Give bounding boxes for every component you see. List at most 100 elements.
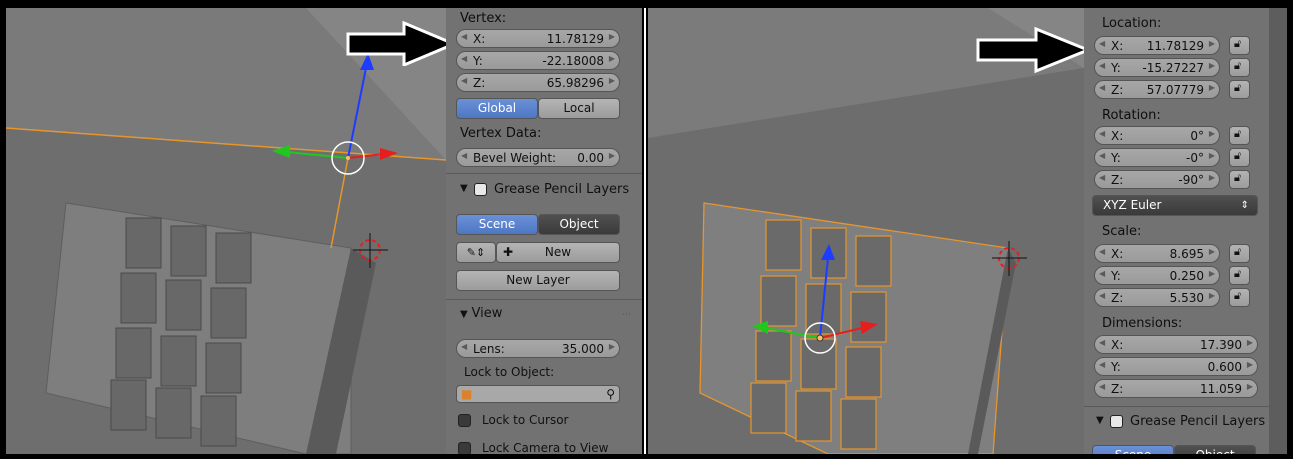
collapse-triangle-icon[interactable]: ▼: [460, 309, 468, 320]
checkbox-icon[interactable]: [474, 183, 487, 196]
field-value: -0°: [1186, 151, 1204, 165]
eyedropper-icon[interactable]: ⚲: [606, 385, 615, 404]
decrement-arrow-icon[interactable]: ◀: [461, 32, 467, 41]
location-y-field[interactable]: ◀ Y: -15.27227 ▶: [1094, 58, 1220, 77]
checkbox-icon[interactable]: [1110, 415, 1123, 428]
decrement-arrow-icon[interactable]: ◀: [1099, 269, 1105, 278]
increment-arrow-icon[interactable]: ▶: [1209, 247, 1215, 256]
field-label: Z:: [1111, 83, 1124, 97]
global-toggle-button[interactable]: Global: [456, 98, 538, 119]
field-value: 11.78129: [546, 32, 604, 46]
lock-location-z-button[interactable]: 🔓︎: [1229, 80, 1250, 99]
drag-handle-icon[interactable]: ⋯: [622, 310, 631, 320]
view-header-label: View: [471, 306, 503, 321]
grease-scene-tab[interactable]: Scene: [1092, 445, 1174, 454]
lock-camera-label: Lock Camera to View: [482, 441, 609, 454]
vertex-y-field[interactable]: ◀ Y: -22.18008 ▶: [456, 51, 620, 70]
rotation-header: Rotation:: [1102, 108, 1161, 123]
decrement-arrow-icon[interactable]: ◀: [1099, 291, 1105, 300]
decrement-arrow-icon[interactable]: ◀: [461, 151, 467, 160]
location-z-field[interactable]: ◀ Z: 57.07779 ▶: [1094, 80, 1220, 99]
rotation-mode-select[interactable]: XYZ Euler ⇕: [1092, 195, 1258, 216]
lock-icon: 🔓︎: [1234, 149, 1242, 162]
dimension-y-field[interactable]: ◀ Y: 0.600 ▶: [1094, 357, 1258, 376]
lock-scale-z-button[interactable]: 🔓︎: [1229, 288, 1250, 307]
lock-location-x-button[interactable]: 🔓︎: [1229, 36, 1250, 55]
lock-scale-y-button[interactable]: 🔓︎: [1229, 266, 1250, 285]
increment-arrow-icon[interactable]: ▶: [609, 76, 615, 85]
decrement-arrow-icon[interactable]: ◀: [1099, 247, 1105, 256]
lock-scale-x-button[interactable]: 🔓︎: [1229, 244, 1250, 263]
decrement-arrow-icon[interactable]: ◀: [461, 342, 467, 351]
decrement-arrow-icon[interactable]: ◀: [1099, 360, 1105, 369]
increment-arrow-icon[interactable]: ▶: [1209, 151, 1215, 160]
grease-scene-tab[interactable]: Scene: [456, 214, 538, 235]
increment-arrow-icon[interactable]: ▶: [609, 54, 615, 63]
collapse-triangle-icon[interactable]: ▼: [460, 183, 468, 194]
lock-rotation-y-button[interactable]: 🔓︎: [1229, 148, 1250, 167]
vertex-z-field[interactable]: ◀ Z: 65.98296 ▶: [456, 73, 620, 92]
grease-object-tab[interactable]: Object: [1174, 445, 1256, 454]
field-label: X:: [1111, 39, 1124, 53]
decrement-arrow-icon[interactable]: ◀: [1099, 173, 1105, 182]
vertex-header: Vertex:: [460, 11, 507, 26]
decrement-arrow-icon[interactable]: ◀: [1099, 83, 1105, 92]
decrement-arrow-icon[interactable]: ◀: [1099, 382, 1105, 391]
grease-object-tab[interactable]: Object: [538, 214, 620, 235]
increment-arrow-icon[interactable]: ▶: [1209, 129, 1215, 138]
field-label: Y:: [1111, 269, 1121, 283]
divider: [446, 173, 642, 174]
increment-arrow-icon[interactable]: ▶: [1247, 338, 1253, 347]
increment-arrow-icon[interactable]: ▶: [1209, 173, 1215, 182]
scale-z-field[interactable]: ◀ Z: 5.530 ▶: [1094, 288, 1220, 307]
increment-arrow-icon[interactable]: ▶: [1247, 382, 1253, 391]
new-layer-button[interactable]: New Layer: [456, 270, 620, 291]
scale-x-field[interactable]: ◀ X: 8.695 ▶: [1094, 244, 1220, 263]
decrement-arrow-icon[interactable]: ◀: [461, 76, 467, 85]
view-panel-header[interactable]: ▼ View: [460, 306, 502, 321]
increment-arrow-icon[interactable]: ▶: [609, 32, 615, 41]
checkbox-icon[interactable]: [458, 414, 471, 427]
scale-y-field[interactable]: ◀ Y: 0.250 ▶: [1094, 266, 1220, 285]
vertex-x-field[interactable]: ◀ X: 11.78129 ▶: [456, 29, 620, 48]
left-3d-viewport[interactable]: [6, 8, 446, 454]
bevel-weight-field[interactable]: ◀ Bevel Weight: 0.00 ▶: [456, 148, 620, 167]
decrement-arrow-icon[interactable]: ◀: [1099, 39, 1105, 48]
pencil-datablock-selector[interactable]: ✎⇕: [456, 242, 496, 263]
increment-arrow-icon[interactable]: ▶: [1209, 269, 1215, 278]
panel-scrollbar[interactable]: [1269, 8, 1287, 454]
increment-arrow-icon[interactable]: ▶: [1209, 83, 1215, 92]
local-toggle-button[interactable]: Local: [538, 98, 620, 119]
lock-icon: 🔓︎: [1234, 127, 1242, 140]
lock-rotation-z-button[interactable]: 🔓︎: [1229, 170, 1250, 189]
decrement-arrow-icon[interactable]: ◀: [1099, 151, 1105, 160]
screenshot-frame: Vertex: ◀ X: 11.78129 ▶ ◀ Y: -22.18008 ▶…: [0, 0, 1293, 459]
decrement-arrow-icon[interactable]: ◀: [1099, 61, 1105, 70]
dimension-x-field[interactable]: ◀ X: 17.390 ▶: [1094, 335, 1258, 354]
location-x-field[interactable]: ◀ X: 11.78129 ▶: [1094, 36, 1220, 55]
field-label: Y:: [1111, 151, 1121, 165]
lock-to-object-field[interactable]: ■ ⚲: [456, 385, 620, 403]
dimension-z-field[interactable]: ◀ Z: 11.059 ▶: [1094, 379, 1258, 398]
checkbox-icon[interactable]: [458, 442, 471, 454]
right-3d-viewport[interactable]: [648, 8, 1084, 454]
increment-arrow-icon[interactable]: ▶: [609, 151, 615, 160]
rotation-x-field[interactable]: ◀ X: 0° ▶: [1094, 126, 1220, 145]
rotation-y-field[interactable]: ◀ Y: -0° ▶: [1094, 148, 1220, 167]
new-grease-pencil-button[interactable]: ✚ New: [496, 242, 620, 263]
rotation-z-field[interactable]: ◀ Z: -90° ▶: [1094, 170, 1220, 189]
increment-arrow-icon[interactable]: ▶: [1209, 39, 1215, 48]
increment-arrow-icon[interactable]: ▶: [609, 342, 615, 351]
decrement-arrow-icon[interactable]: ◀: [1099, 338, 1105, 347]
increment-arrow-icon[interactable]: ▶: [1247, 360, 1253, 369]
lock-location-y-button[interactable]: 🔓︎: [1229, 58, 1250, 77]
decrement-arrow-icon[interactable]: ◀: [461, 54, 467, 63]
collapse-triangle-icon[interactable]: ▼: [1096, 415, 1104, 426]
field-value: 5.530: [1169, 291, 1204, 305]
lens-field[interactable]: ◀ Lens: 35.000 ▶: [456, 339, 620, 358]
increment-arrow-icon[interactable]: ▶: [1209, 61, 1215, 70]
increment-arrow-icon[interactable]: ▶: [1209, 291, 1215, 300]
right-viewport-scene: [648, 8, 1084, 454]
decrement-arrow-icon[interactable]: ◀: [1099, 129, 1105, 138]
lock-rotation-x-button[interactable]: 🔓︎: [1229, 126, 1250, 145]
